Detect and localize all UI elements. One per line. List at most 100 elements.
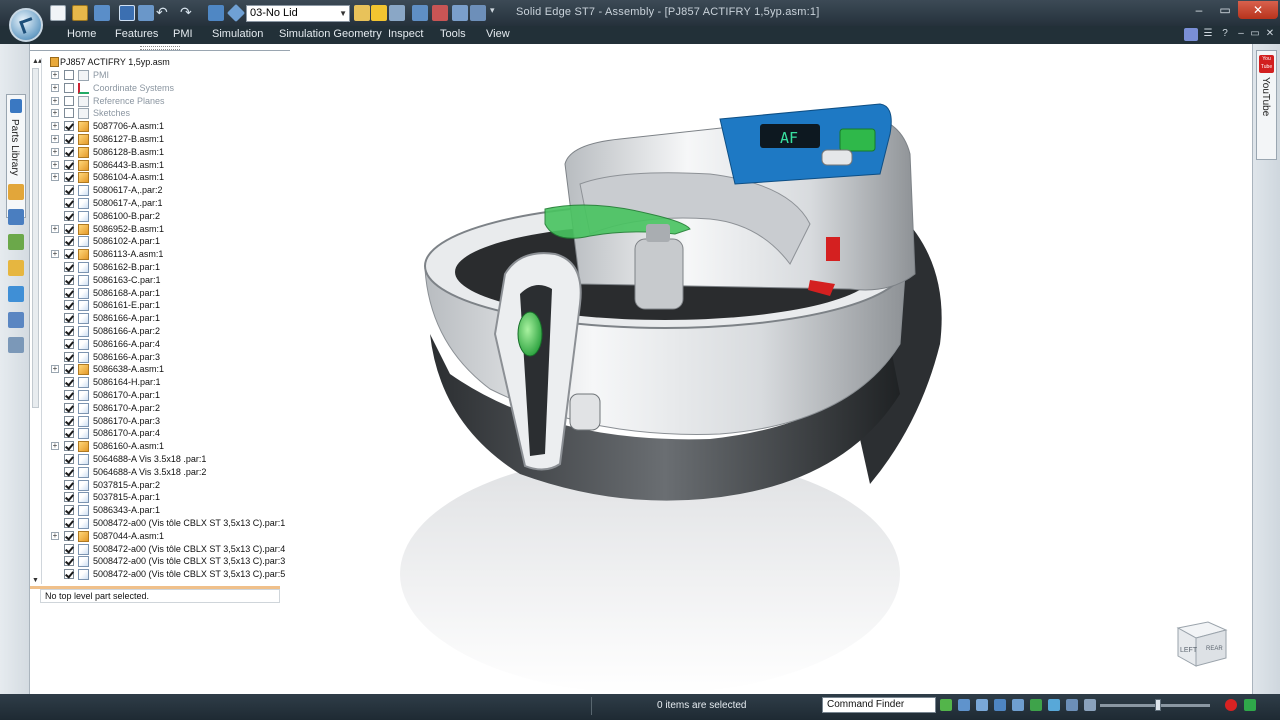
tree-item[interactable]: +5086128-B.asm:1 <box>30 146 290 159</box>
visibility-checkbox[interactable] <box>64 210 74 221</box>
sketch-icon[interactable] <box>452 5 468 21</box>
visibility-checkbox[interactable] <box>64 530 74 541</box>
cube-icon[interactable] <box>226 3 246 23</box>
close-button[interactable]: ✕ <box>1238 1 1278 19</box>
visibility-checkbox[interactable] <box>64 466 74 477</box>
visibility-checkbox[interactable] <box>64 249 74 260</box>
tree-item[interactable]: +5086113-A.asm:1 <box>30 248 290 261</box>
help-icon[interactable]: ? <box>1218 28 1232 41</box>
doc-close-icon[interactable]: ✕ <box>1263 28 1277 41</box>
visibility-checkbox[interactable] <box>64 569 74 580</box>
expand-icon[interactable]: + <box>51 96 59 105</box>
application-button-icon[interactable] <box>9 8 43 42</box>
tree-root[interactable]: ▴ PJ857 ACTIFRY 1,5yp.asm <box>30 56 290 69</box>
tree-item[interactable]: + PMI <box>30 69 290 82</box>
minimize-button[interactable]: – <box>1186 1 1212 19</box>
undo-icon[interactable]: ↶ <box>156 5 172 21</box>
expand-icon[interactable]: + <box>51 160 59 169</box>
open-folder-icon[interactable] <box>72 5 88 21</box>
new-file-icon[interactable] <box>50 5 66 21</box>
visibility-checkbox[interactable] <box>64 338 74 349</box>
measure-icon[interactable] <box>470 5 486 21</box>
visibility-checkbox[interactable] <box>64 236 74 247</box>
tree-item[interactable]: 5008472-a00 (Vis tôle CBLX ST 3,5x13 C).… <box>30 543 290 556</box>
command-finder-input[interactable]: Command Finder <box>822 697 936 713</box>
tree-item[interactable]: +5086160-A.asm:1 <box>30 440 290 453</box>
feature-library-icon[interactable] <box>8 234 24 250</box>
restore-button[interactable]: ▭ <box>1212 1 1238 19</box>
highlight-icon[interactable] <box>371 5 387 21</box>
tree-item[interactable]: 5086164-H.par:1 <box>30 376 290 389</box>
visibility-checkbox[interactable] <box>64 326 74 336</box>
save-icon[interactable] <box>119 5 135 21</box>
expand-icon[interactable]: + <box>51 365 59 374</box>
tree-item[interactable]: +5087044-A.asm:1 <box>30 530 290 543</box>
tab-inspect[interactable]: Inspect <box>388 28 423 40</box>
sensors-icon[interactable] <box>8 312 24 328</box>
tab-simulation-geometry[interactable]: Simulation Geometry <box>279 28 382 40</box>
zoom-slider-thumb[interactable] <box>1155 699 1161 711</box>
tree-item[interactable]: 5086170-A.par:3 <box>30 415 290 428</box>
doc-minimize-icon[interactable]: – <box>1234 28 1248 41</box>
expand-icon[interactable]: + <box>51 147 59 156</box>
zoom-area-icon[interactable] <box>958 699 970 711</box>
tree-item[interactable]: 5086166-A.par:1 <box>30 312 290 325</box>
tree-item[interactable]: 5008472-a00 (Vis tôle CBLX ST 3,5x13 C).… <box>30 568 290 581</box>
print-icon[interactable] <box>138 5 154 21</box>
visibility-checkbox[interactable] <box>64 300 74 311</box>
tree-item[interactable]: +5086638-A.asm:1 <box>30 363 290 376</box>
tree-item[interactable]: 5037815-A.par:2 <box>30 479 290 492</box>
expand-icon[interactable]: + <box>51 109 59 118</box>
scroll-down-icon[interactable]: ▼ <box>32 577 39 584</box>
redo-icon[interactable]: ↷ <box>180 5 196 21</box>
tree-item[interactable]: 5064688-A Vis 3.5x18 .par:2 <box>30 466 290 479</box>
visibility-checkbox[interactable] <box>64 505 74 516</box>
visibility-checkbox[interactable] <box>64 428 74 439</box>
customize-qat-icon[interactable]: ▾ <box>490 5 506 21</box>
visibility-checkbox[interactable] <box>64 172 74 183</box>
expand-icon[interactable]: + <box>51 135 59 143</box>
teamcenter-icon[interactable] <box>8 337 24 353</box>
style-icon[interactable] <box>1184 28 1198 41</box>
tree-item[interactable]: 5086170-A.par:2 <box>30 402 290 415</box>
layers-icon[interactable] <box>208 5 224 21</box>
visibility-checkbox[interactable] <box>64 518 74 528</box>
visibility-checkbox[interactable] <box>64 108 74 119</box>
expand-icon[interactable]: + <box>51 250 59 259</box>
visibility-checkbox[interactable] <box>64 390 74 400</box>
tab-view[interactable]: View <box>486 28 510 40</box>
configuration-select[interactable]: 03-No Lid ▼ <box>246 5 350 22</box>
tree-item[interactable]: 5086166-A.par:3 <box>30 351 290 364</box>
visibility-checkbox[interactable] <box>64 415 74 426</box>
tree-scrollbar[interactable]: ▲ ▼ <box>30 58 42 584</box>
visibility-checkbox[interactable] <box>64 82 74 93</box>
visibility-checkbox[interactable] <box>64 146 74 157</box>
tree-item[interactable]: +5086127-B.asm:1 <box>30 133 290 146</box>
tree-item[interactable]: + Coordinate Systems <box>30 82 290 95</box>
visibility-checkbox[interactable] <box>64 377 74 388</box>
family-of-parts-icon[interactable] <box>8 260 24 276</box>
select-tool-icon[interactable] <box>412 5 428 21</box>
visibility-checkbox[interactable] <box>64 223 74 234</box>
tree-item[interactable]: 5037815-A.par:1 <box>30 491 290 504</box>
visibility-checkbox[interactable] <box>64 70 74 80</box>
doc-restore-icon[interactable]: ▭ <box>1248 28 1262 41</box>
tree-item[interactable]: + Sketches <box>30 107 290 120</box>
tree-item[interactable]: 5086163-C.par:1 <box>30 274 290 287</box>
upload-icon[interactable] <box>1244 699 1256 711</box>
tree-item[interactable]: 5080617-A,.par:1 <box>30 197 290 210</box>
youtube-tab[interactable]: You Tube YouTube <box>1256 50 1277 160</box>
visibility-checkbox[interactable] <box>64 313 74 324</box>
visibility-checkbox[interactable] <box>64 479 74 490</box>
tree-item[interactable]: 5064688-A Vis 3.5x18 .par:1 <box>30 453 290 466</box>
wrench-icon[interactable] <box>389 5 405 21</box>
layers-tab-icon[interactable] <box>8 209 24 225</box>
tree-item[interactable]: 5086102-A.par:1 <box>30 235 290 248</box>
tab-home[interactable]: Home <box>67 28 96 40</box>
tree-item[interactable]: 5086170-A.par:4 <box>30 427 290 440</box>
pan-icon[interactable] <box>1012 699 1024 711</box>
graphics-window[interactable]: AF LEFT REAR <box>290 44 1252 694</box>
tree-item[interactable]: + Reference Planes <box>30 95 290 108</box>
tree-item[interactable]: +5086443-B.asm:1 <box>30 159 290 172</box>
tab-tools[interactable]: Tools <box>440 28 466 40</box>
